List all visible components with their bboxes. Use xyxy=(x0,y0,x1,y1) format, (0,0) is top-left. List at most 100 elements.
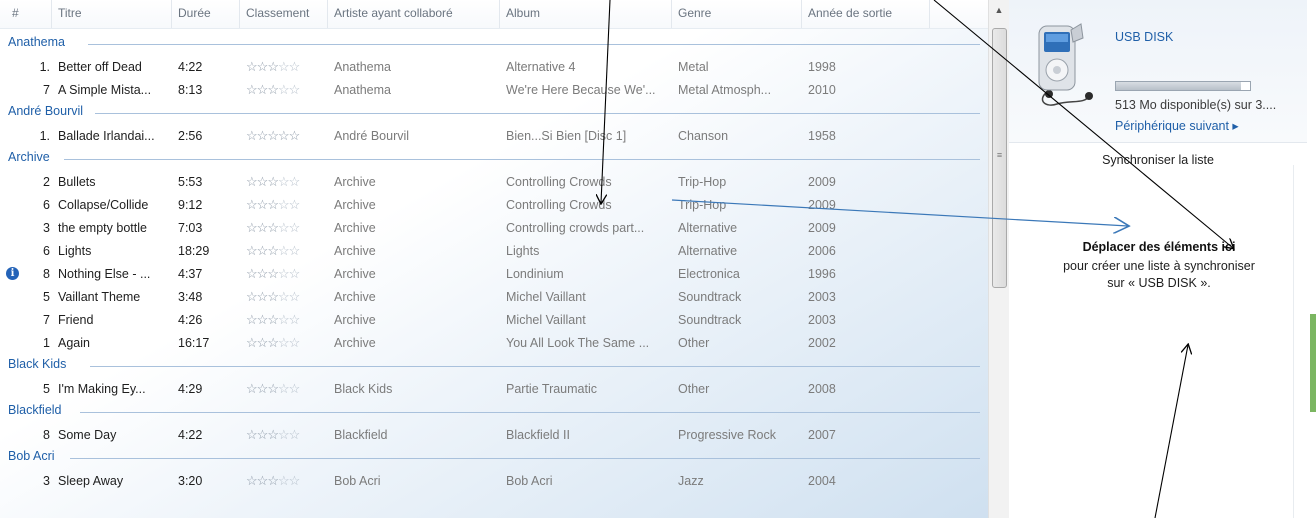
track-row[interactable]: 1. Better off Dead 4:22 ☆☆☆☆☆ Anathema Altern… xyxy=(0,55,988,78)
star-icon[interactable]: ☆ xyxy=(267,128,279,143)
track-row[interactable]: 7A Simple Mista... 8:13 ☆☆☆☆☆ Anathema We're… xyxy=(0,78,988,101)
star-icon[interactable]: ☆ xyxy=(289,59,301,74)
star-icon[interactable]: ☆ xyxy=(257,335,269,350)
star-icon[interactable]: ☆ xyxy=(257,174,269,189)
star-icon[interactable]: ☆ xyxy=(278,335,290,350)
star-icon[interactable]: ☆ xyxy=(267,82,279,97)
star-icon[interactable]: ☆ xyxy=(257,289,269,304)
star-icon[interactable]: ☆ xyxy=(257,59,269,74)
col-genre-header[interactable]: Genre xyxy=(672,0,802,28)
col-number-header[interactable]: # xyxy=(0,0,52,28)
star-icon[interactable]: ☆ xyxy=(278,289,290,304)
track-row[interactable]: 2 Bullets 5:53 ☆☆☆☆☆ Archive Controlling Crow… xyxy=(0,170,988,193)
scroll-thumb[interactable]: ≡ xyxy=(992,28,1007,288)
track-row[interactable]: 5 Vaillant Theme 3:48 ☆☆☆☆☆ Archive Michel Va… xyxy=(0,285,988,308)
star-icon[interactable]: ☆ xyxy=(278,128,290,143)
star-icon[interactable]: ☆ xyxy=(289,427,301,442)
next-device-link[interactable]: Périphérique suivant ▸ xyxy=(1115,118,1239,133)
star-icon[interactable]: ☆ xyxy=(289,243,301,258)
rating-stars[interactable]: ☆☆☆☆☆ xyxy=(246,174,324,190)
star-icon[interactable]: ☆ xyxy=(278,197,290,212)
star-icon[interactable]: ☆ xyxy=(257,243,269,258)
rating-stars[interactable]: ☆☆☆☆☆ xyxy=(246,473,324,489)
star-icon[interactable]: ☆ xyxy=(267,266,279,281)
star-icon[interactable]: ☆ xyxy=(289,266,301,281)
star-icon[interactable]: ☆ xyxy=(289,82,301,97)
rating-stars[interactable]: ☆☆☆☆☆ xyxy=(246,381,324,397)
star-icon[interactable]: ☆ xyxy=(289,312,301,327)
rating-stars[interactable]: ☆☆☆☆☆ xyxy=(246,312,324,328)
group-header[interactable]: Archive xyxy=(0,147,988,170)
rating-stars[interactable]: ☆☆☆☆☆ xyxy=(246,427,324,443)
track-row[interactable]: 1. Ballade Irlandai... 2:56 ☆☆☆☆☆ André Bour… xyxy=(0,124,988,147)
star-icon[interactable]: ☆ xyxy=(278,473,290,488)
star-icon[interactable]: ☆ xyxy=(246,289,258,304)
star-icon[interactable]: ☆ xyxy=(246,128,258,143)
star-icon[interactable]: ☆ xyxy=(278,82,290,97)
col-artist-header[interactable]: Artiste ayant collaboré xyxy=(328,0,500,28)
star-icon[interactable]: ☆ xyxy=(257,381,269,396)
star-icon[interactable]: ☆ xyxy=(257,197,269,212)
rating-stars[interactable]: ☆☆☆☆☆ xyxy=(246,59,324,75)
star-icon[interactable]: ☆ xyxy=(267,427,279,442)
star-icon[interactable]: ☆ xyxy=(289,381,301,396)
vertical-scrollbar[interactable]: ▲ ≡ xyxy=(988,0,1009,518)
track-row[interactable]: i 8 Nothing Else - ... 4:37 ☆☆☆☆☆ Archive Lond… xyxy=(0,262,988,285)
star-icon[interactable]: ☆ xyxy=(278,59,290,74)
star-icon[interactable]: ☆ xyxy=(267,473,279,488)
star-icon[interactable]: ☆ xyxy=(267,174,279,189)
star-icon[interactable]: ☆ xyxy=(267,197,279,212)
star-icon[interactable]: ☆ xyxy=(289,197,301,212)
star-icon[interactable]: ☆ xyxy=(257,266,269,281)
star-icon[interactable]: ☆ xyxy=(278,266,290,281)
track-row[interactable]: 3 Sleep Away 3:20 ☆☆☆☆☆ Bob Acri Bob Acri Jazz… xyxy=(0,469,988,492)
rating-stars[interactable]: ☆☆☆☆☆ xyxy=(246,266,324,282)
star-icon[interactable]: ☆ xyxy=(246,220,258,235)
star-icon[interactable]: ☆ xyxy=(257,128,269,143)
col-year-header[interactable]: Année de sortie xyxy=(802,0,930,28)
group-header[interactable]: Black Kids xyxy=(0,354,988,377)
star-icon[interactable]: ☆ xyxy=(246,197,258,212)
star-icon[interactable]: ☆ xyxy=(257,82,269,97)
track-row[interactable]: 5 I'm Making Ey... 4:29 ☆☆☆☆☆ Black Kids Part… xyxy=(0,377,988,400)
star-icon[interactable]: ☆ xyxy=(257,220,269,235)
track-row[interactable]: 8 Some Day 4:22 ☆☆☆☆☆ Blackfield Blackfield I… xyxy=(0,423,988,446)
rating-stars[interactable]: ☆☆☆☆☆ xyxy=(246,220,324,236)
star-icon[interactable]: ☆ xyxy=(246,174,258,189)
star-icon[interactable]: ☆ xyxy=(267,220,279,235)
star-icon[interactable]: ☆ xyxy=(267,381,279,396)
rating-stars[interactable]: ☆☆☆☆☆ xyxy=(246,335,324,351)
col-rating-header[interactable]: Classement xyxy=(240,0,328,28)
star-icon[interactable]: ☆ xyxy=(289,220,301,235)
star-icon[interactable]: ☆ xyxy=(257,473,269,488)
scroll-up-arrow-icon[interactable]: ▲ xyxy=(989,0,1009,20)
star-icon[interactable]: ☆ xyxy=(289,289,301,304)
star-icon[interactable]: ☆ xyxy=(246,473,258,488)
col-duration-header[interactable]: Durée xyxy=(172,0,240,28)
star-icon[interactable]: ☆ xyxy=(257,427,269,442)
track-row[interactable]: 7 Friend 4:26 ☆☆☆☆☆ Archive Michel Vaillant So… xyxy=(0,308,988,331)
star-icon[interactable]: ☆ xyxy=(278,381,290,396)
star-icon[interactable]: ☆ xyxy=(246,312,258,327)
star-icon[interactable]: ☆ xyxy=(267,59,279,74)
star-icon[interactable]: ☆ xyxy=(246,266,258,281)
star-icon[interactable]: ☆ xyxy=(257,312,269,327)
track-row[interactable]: 6 Lights 18:29 ☆☆☆☆☆ Archive Lights Alternativ… xyxy=(0,239,988,262)
star-icon[interactable]: ☆ xyxy=(246,82,258,97)
col-title-header[interactable]: Titre xyxy=(52,0,172,28)
star-icon[interactable]: ☆ xyxy=(289,473,301,488)
rating-stars[interactable]: ☆☆☆☆☆ xyxy=(246,197,324,213)
star-icon[interactable]: ☆ xyxy=(267,243,279,258)
star-icon[interactable]: ☆ xyxy=(246,243,258,258)
star-icon[interactable]: ☆ xyxy=(246,381,258,396)
group-header[interactable]: Anathema xyxy=(0,32,988,55)
star-icon[interactable]: ☆ xyxy=(278,220,290,235)
star-icon[interactable]: ☆ xyxy=(267,312,279,327)
rating-stars[interactable]: ☆☆☆☆☆ xyxy=(246,82,324,98)
track-row[interactable]: 1 Again 16:17 ☆☆☆☆☆ Archive You All Look The … xyxy=(0,331,988,354)
star-icon[interactable]: ☆ xyxy=(278,174,290,189)
star-icon[interactable]: ☆ xyxy=(278,427,290,442)
group-header[interactable]: Bob Acri xyxy=(0,446,988,469)
star-icon[interactable]: ☆ xyxy=(278,312,290,327)
track-row[interactable]: 3 the empty bottle 7:03 ☆☆☆☆☆ Archive Control… xyxy=(0,216,988,239)
